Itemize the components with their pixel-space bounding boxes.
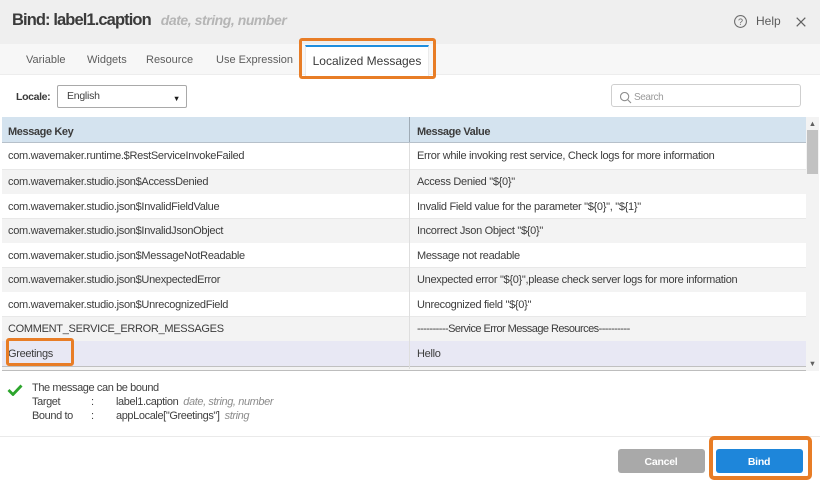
svg-text:?: ? [738, 17, 743, 27]
